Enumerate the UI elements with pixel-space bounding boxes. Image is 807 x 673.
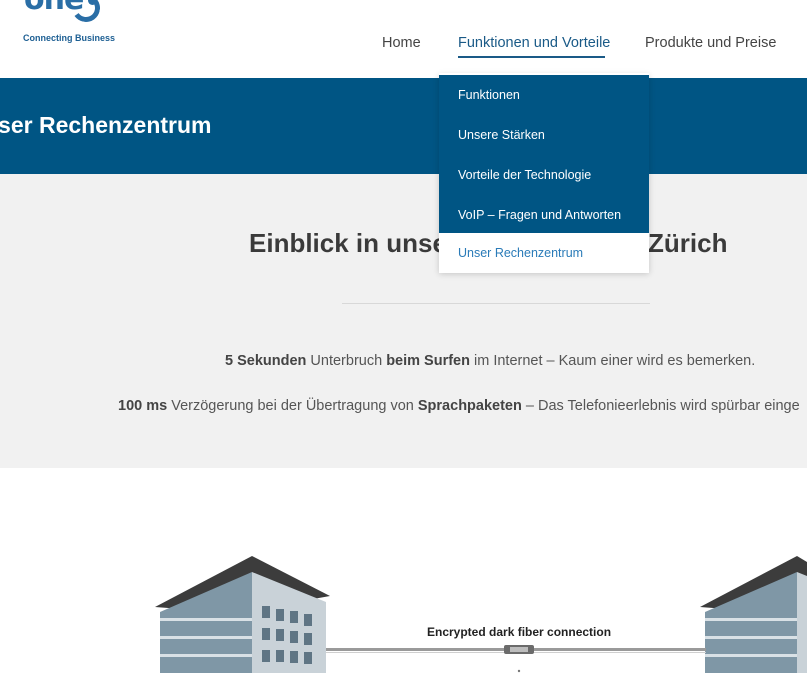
p2-bold-2: Sprachpaketen (417, 398, 522, 414)
page-title: nser Rechenzentrum (0, 112, 212, 138)
p2-text-2: – Das Telefonieerlebnis wird spürbar ein… (521, 398, 800, 414)
intro-section: Einblick in unse n Zürich 5 Sekunden Unte… (0, 174, 807, 468)
headline-left: Einblick in unse (249, 228, 447, 258)
dropdown-item-voip-faq[interactable]: VoIP – Fragen und Antworten (439, 195, 649, 235)
dropdown-item-rechenzentrum[interactable]: Unser Rechenzentrum (439, 233, 649, 273)
fiber-connection-label: Encrypted dark fiber connection (427, 625, 612, 639)
dropdown-item-staerken[interactable]: Unsere Stärken (439, 115, 649, 155)
dropdown-item-funktionen[interactable]: Funktionen (439, 75, 649, 115)
p1-bold-2: beim Surfen (386, 353, 470, 369)
nav-features[interactable]: Funktionen und Vorteile (458, 35, 610, 51)
dropdown-item-technologie[interactable]: Vorteile der Technologie (439, 155, 649, 195)
p2-bold-1: 100 ms (118, 398, 168, 414)
right-building-icon (700, 556, 807, 673)
p1-bold-1: 5 Sekunden (225, 353, 307, 369)
logo[interactable]: one Connecting Business (10, 0, 115, 54)
left-building-icon (155, 556, 330, 673)
nav-home[interactable]: Home (382, 35, 421, 51)
intro-paragraph-1: 5 Sekunden Unterbruch beim Surfen im Int… (225, 353, 755, 369)
logo-tagline: Connecting Business (23, 33, 116, 43)
site-header: one Connecting Business Home Funktionen … (0, 0, 807, 78)
buildings-fiber-graphic (155, 556, 807, 673)
datacenter-illustration: Encrypted dark fiber connection (0, 468, 807, 673)
intro-paragraph-2: 100 ms Verzögerung bei der Übertragung v… (118, 398, 800, 414)
nav-products[interactable]: Produkte und Preise (645, 35, 776, 51)
p2-text-1: Verzögerung bei der Übertragung von (167, 398, 418, 414)
page-title-banner: nser Rechenzentrum (0, 78, 807, 174)
features-dropdown-menu: Funktionen Unsere Stärken Vorteile der T… (439, 73, 649, 273)
nav-active-underline (458, 56, 605, 58)
logo-arc-icon (69, 0, 103, 25)
fiber-cable-icon (326, 645, 706, 673)
p1-text-2: im Internet – Kaum einer wird es bemerke… (469, 353, 756, 369)
divider (342, 303, 650, 304)
p1-text-1: Unterbruch (306, 353, 387, 369)
